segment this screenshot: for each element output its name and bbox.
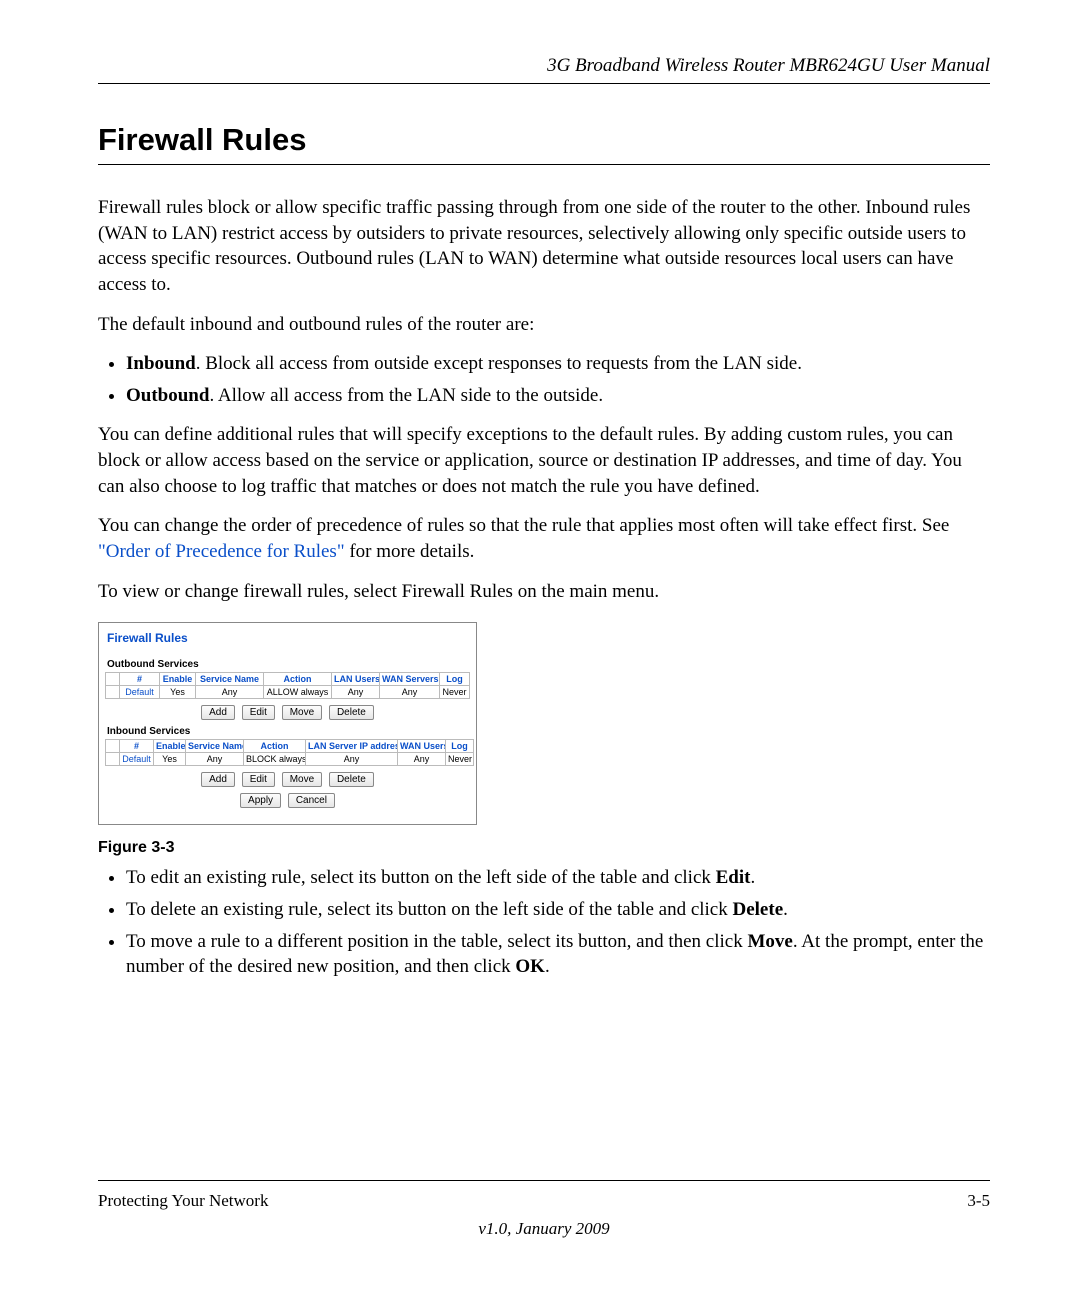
instructions-list: To edit an existing rule, select its but…	[98, 865, 990, 980]
col-action: Action	[244, 740, 306, 753]
cell	[106, 753, 120, 766]
screenshot-title: Firewall Rules	[107, 631, 470, 645]
cell: Any	[196, 686, 264, 699]
delete-button[interactable]: Delete	[329, 705, 374, 720]
col-radio	[106, 673, 120, 686]
list-item: Outbound. Allow all access from the LAN …	[126, 383, 990, 409]
cell: Any	[186, 753, 244, 766]
cross-ref-link[interactable]: "Order of Precedence for Rules"	[98, 541, 345, 562]
col-service: Service Name	[196, 673, 264, 686]
form-buttons: Apply Cancel	[105, 793, 470, 808]
text: router	[456, 314, 501, 335]
text: for more details.	[345, 541, 475, 562]
cell: Any	[306, 753, 398, 766]
footer-left: Protecting Your Network	[98, 1191, 268, 1211]
text-bold: Delete	[733, 899, 784, 920]
col-log: Log	[446, 740, 474, 753]
cell: BLOCK always	[244, 753, 306, 766]
col-lan: LAN Users	[332, 673, 380, 686]
col-wan: WAN Servers	[380, 673, 440, 686]
cell: Default	[120, 753, 154, 766]
table-header-row: # Enable Service Name Action LAN Users W…	[106, 673, 470, 686]
add-button[interactable]: Add	[201, 772, 235, 787]
cell: Any	[398, 753, 446, 766]
cell: Any	[380, 686, 440, 699]
text-bold: Edit	[716, 867, 751, 888]
table-header-row: # Enable Service Name Action LAN Server …	[106, 740, 474, 753]
text: .	[750, 867, 755, 888]
col-enable: Enable	[154, 740, 186, 753]
text: . Block all access from outside except r…	[196, 353, 802, 374]
text: To delete an existing rule, select its b…	[126, 899, 733, 920]
list-item: To edit an existing rule, select its but…	[126, 865, 990, 891]
apply-button[interactable]: Apply	[240, 793, 281, 808]
page-footer: Protecting Your Network 3-5 v1.0, Januar…	[98, 1180, 990, 1239]
col-lan-ip: LAN Server IP address	[306, 740, 398, 753]
paragraph: The default inbound and outbound rules o…	[98, 312, 990, 338]
cell: ALLOW always	[264, 686, 332, 699]
cell	[106, 686, 120, 699]
text: The default inbound and outbound rules o…	[98, 314, 456, 335]
text: . Allow all access from the LAN side to …	[209, 385, 603, 406]
table-row[interactable]: Default Yes Any BLOCK always Any Any Nev…	[106, 753, 474, 766]
cell: Never	[446, 753, 474, 766]
footer-right: 3-5	[967, 1191, 990, 1211]
label-outbound: Outbound	[126, 385, 209, 406]
outbound-buttons: Add Edit Move Delete	[105, 705, 470, 720]
text: are:	[501, 314, 534, 335]
col-action: Action	[264, 673, 332, 686]
list-item: To delete an existing rule, select its b…	[126, 897, 990, 923]
paragraph: Firewall rules block or allow specific t…	[98, 195, 990, 298]
inbound-services-label: Inbound Services	[107, 726, 470, 737]
edit-button[interactable]: Edit	[242, 772, 275, 787]
paragraph: To view or change firewall rules, select…	[98, 579, 990, 605]
move-button[interactable]: Move	[282, 705, 322, 720]
list-item: Inbound. Block all access from outside e…	[126, 351, 990, 377]
table-row[interactable]: Default Yes Any ALLOW always Any Any Nev…	[106, 686, 470, 699]
paragraph: You can change the order of precedence o…	[98, 513, 990, 564]
edit-button[interactable]: Edit	[242, 705, 275, 720]
section-heading: Firewall Rules	[98, 122, 990, 165]
col-wan: WAN Users	[398, 740, 446, 753]
col-num: #	[120, 673, 160, 686]
text: .	[545, 956, 550, 977]
text-bold: Move	[747, 931, 792, 952]
text: To edit an existing rule, select its but…	[126, 867, 716, 888]
inbound-table: # Enable Service Name Action LAN Server …	[105, 739, 474, 766]
cell: Yes	[154, 753, 186, 766]
label-inbound: Inbound	[126, 353, 196, 374]
cell: Any	[332, 686, 380, 699]
outbound-services-label: Outbound Services	[107, 659, 470, 670]
col-radio	[106, 740, 120, 753]
list-item: To move a rule to a different position i…	[126, 929, 990, 980]
col-log: Log	[440, 673, 470, 686]
footer-version: v1.0, January 2009	[98, 1219, 990, 1239]
cell: Default	[120, 686, 160, 699]
figure: Firewall Rules Outbound Services # Enabl…	[98, 622, 990, 857]
figure-caption: Figure 3-3	[98, 839, 990, 857]
page-header: 3G Broadband Wireless Router MBR624GU Us…	[98, 55, 990, 84]
default-rules-list: Inbound. Block all access from outside e…	[98, 351, 990, 408]
outbound-table: # Enable Service Name Action LAN Users W…	[105, 672, 470, 699]
col-service: Service Name	[186, 740, 244, 753]
text: To move a rule to a different position i…	[126, 931, 747, 952]
cancel-button[interactable]: Cancel	[288, 793, 335, 808]
text: .	[783, 899, 788, 920]
move-button[interactable]: Move	[282, 772, 322, 787]
cell: Never	[440, 686, 470, 699]
paragraph: You can define additional rules that wil…	[98, 422, 990, 499]
inbound-buttons: Add Edit Move Delete	[105, 772, 470, 787]
firewall-rules-screenshot: Firewall Rules Outbound Services # Enabl…	[98, 622, 477, 825]
add-button[interactable]: Add	[201, 705, 235, 720]
text: You can change the order of precedence o…	[98, 515, 949, 536]
text-bold: OK	[515, 956, 545, 977]
cell: Yes	[160, 686, 196, 699]
col-enable: Enable	[160, 673, 196, 686]
delete-button[interactable]: Delete	[329, 772, 374, 787]
col-num: #	[120, 740, 154, 753]
